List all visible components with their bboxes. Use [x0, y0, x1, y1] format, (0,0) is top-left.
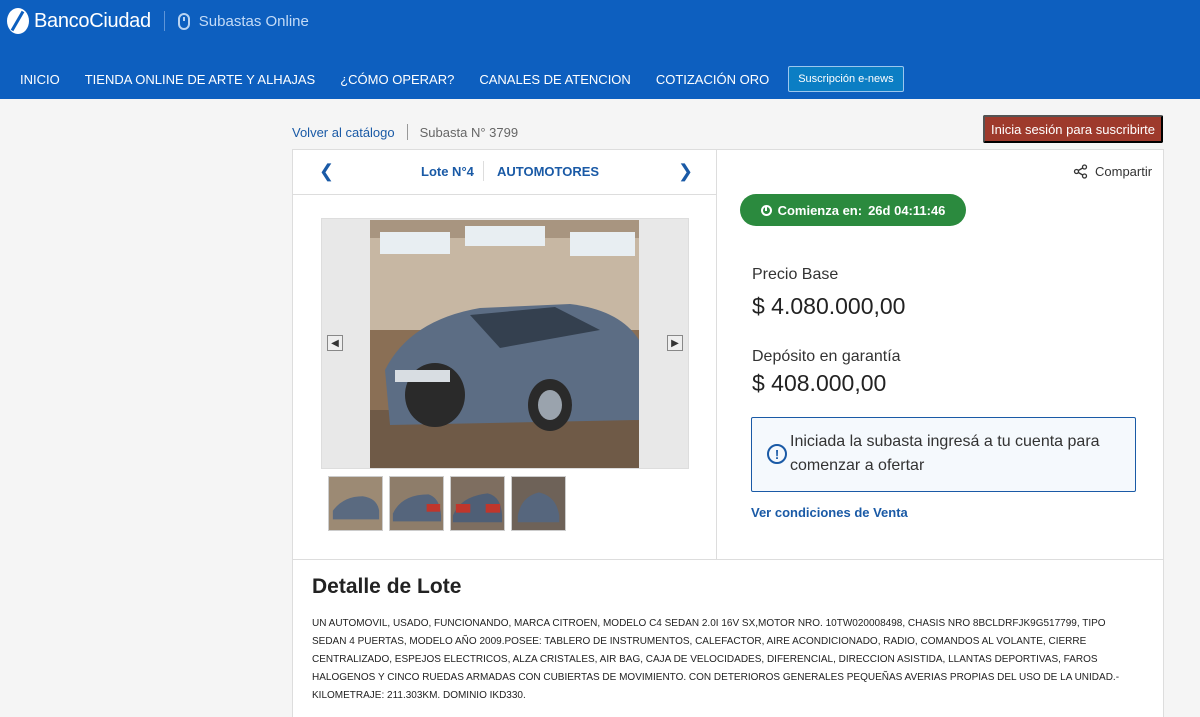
image-gallery: ◀ ▶	[321, 218, 689, 469]
lot-detail-title: Detalle de Lote	[312, 575, 462, 598]
top-header: BancoCiudad Subastas Online INICIO TIEND…	[0, 0, 1200, 99]
share-label: Compartir	[1095, 164, 1153, 179]
gallery-next-icon[interactable]: ▶	[667, 335, 683, 351]
countdown-badge: Comienza en: 26d 04:11:46	[740, 194, 966, 226]
lot-number: Lote N°4	[421, 164, 474, 179]
info-message: Iniciada la subasta ingresá a tu cuenta …	[790, 433, 1100, 474]
lot-divider	[483, 161, 484, 181]
chevron-right-icon[interactable]: ❯	[678, 161, 693, 182]
column-divider	[716, 150, 717, 560]
info-alert: ! Iniciada la subasta ingresá a tu cuent…	[751, 417, 1136, 492]
thumbnail-strip	[328, 476, 572, 531]
nav-cotizacion-oro[interactable]: COTIZACIÓN ORO	[656, 72, 769, 87]
auction-number: Subasta N° 3799	[419, 124, 519, 140]
main-nav: INICIO TIENDA ONLINE DE ARTE Y ALHAJAS ¿…	[20, 66, 904, 92]
thumbnail[interactable]	[328, 476, 383, 531]
sale-conditions-link[interactable]: Ver condiciones de Venta	[751, 505, 908, 520]
car-photo[interactable]	[370, 220, 639, 468]
logo-divider	[163, 11, 165, 31]
section-name: Subastas Online	[198, 12, 309, 30]
lot-navigation: ❮ Lote N°4 AUTOMOTORES ❯	[293, 150, 716, 195]
section-divider	[293, 559, 1163, 560]
nav-tienda-online[interactable]: TIENDA ONLINE DE ARTE Y ALHAJAS	[85, 72, 315, 87]
gallery-prev-icon[interactable]: ◀	[327, 335, 343, 351]
countdown-value: 26d 04:11:46	[868, 202, 946, 218]
thumbnail[interactable]	[450, 476, 505, 531]
newsletter-button[interactable]: Suscripción e-news	[788, 66, 904, 92]
breadcrumb: Volver al catálogo Subasta N° 3799	[292, 124, 518, 140]
nav-como-operar[interactable]: ¿CÓMO OPERAR?	[340, 72, 454, 87]
clock-icon	[760, 204, 772, 216]
deposit-value: $ 408.000,00	[752, 370, 887, 396]
breadcrumb-divider	[406, 124, 408, 140]
login-subscribe-button[interactable]: Inicia sesión para suscribirte	[983, 115, 1163, 143]
lot-detail-text: UN AUTOMOVIL, USADO, FUNCIONANDO, MARCA …	[312, 618, 1120, 701]
share-button[interactable]: Compartir	[1073, 164, 1152, 179]
share-icon	[1073, 164, 1088, 179]
info-icon: !	[767, 444, 787, 464]
nav-canales-atencion[interactable]: CANALES DE ATENCION	[479, 72, 630, 87]
thumbnail[interactable]	[511, 476, 566, 531]
base-price-value: $ 4.080.000,00	[752, 293, 906, 319]
base-price-label: Precio Base	[752, 266, 839, 283]
nav-inicio[interactable]: INICIO	[20, 72, 60, 87]
mouse-icon	[177, 12, 190, 30]
countdown-label: Comienza en:	[777, 202, 863, 218]
chevron-left-icon[interactable]: ❮	[319, 161, 334, 182]
lot-card: ❮ Lote N°4 AUTOMOTORES ❯ ◀ ▶ Compartir C…	[292, 149, 1164, 717]
back-to-catalog-link[interactable]: Volver al catálogo	[292, 125, 395, 140]
deposit-label: Depósito en garantía	[752, 348, 901, 365]
lot-category[interactable]: AUTOMOTORES	[497, 164, 599, 179]
thumbnail[interactable]	[389, 476, 444, 531]
brand-name: BancoCiudad	[34, 9, 151, 32]
bancociudad-logo-icon	[7, 8, 29, 34]
brand-logo[interactable]: BancoCiudad Subastas Online	[7, 7, 309, 35]
